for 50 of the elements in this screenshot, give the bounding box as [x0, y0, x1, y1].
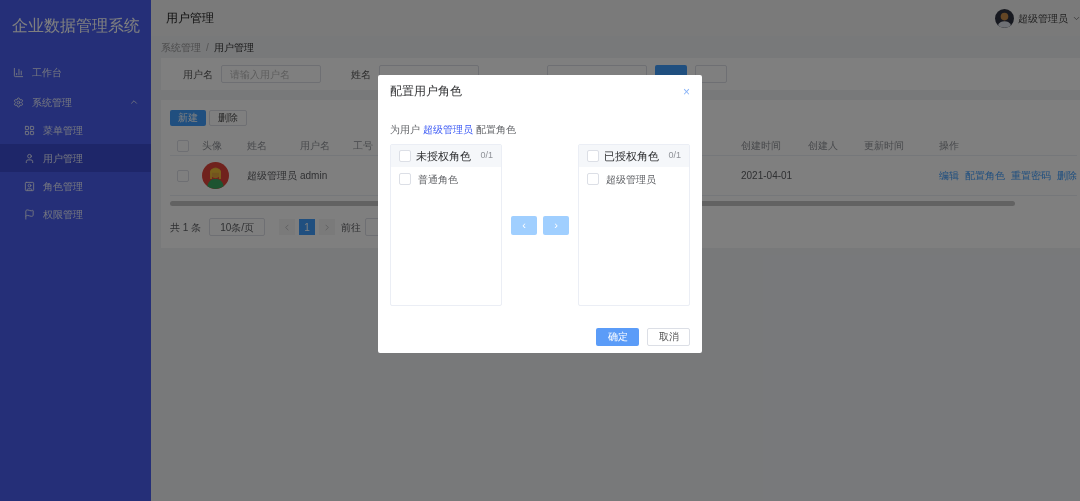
user-name[interactable]: 超级管理员	[1018, 10, 1068, 26]
table-cell-text: admin	[299, 169, 329, 183]
breadcrumb-separator: /	[206, 40, 209, 55]
page-button[interactable]: 1	[299, 219, 316, 235]
sidebar-item[interactable]: 用户管理	[0, 144, 151, 172]
goto-label: 前往	[341, 220, 362, 235]
person-icon	[24, 180, 35, 192]
checkbox[interactable]	[399, 150, 411, 162]
prev-page-button[interactable]	[279, 219, 296, 235]
toolbar-button[interactable]: 删除	[209, 110, 247, 126]
action-link[interactable]: 重置密码	[1011, 168, 1051, 183]
chart-icon	[13, 66, 24, 78]
action-link[interactable]: 删除	[1057, 168, 1077, 183]
flag-icon	[24, 208, 35, 220]
panel-count: 0/1	[668, 149, 681, 163]
settings-icon	[13, 96, 24, 108]
breadcrumb-item: 用户管理	[213, 40, 254, 55]
sidebar-item[interactable]: 工作台	[0, 58, 151, 86]
page-size-select[interactable]: 10条/页	[209, 218, 266, 236]
close-button[interactable]: ×	[683, 86, 690, 98]
sidebar-item[interactable]: 系统管理	[0, 88, 151, 116]
reset-button[interactable]	[695, 65, 727, 83]
avatar	[202, 162, 229, 189]
user-icon	[24, 152, 35, 164]
panel-title: 未授权角色	[416, 148, 472, 164]
field-label: 用户名	[183, 67, 213, 82]
dialog-button[interactable]: 确定	[596, 328, 639, 346]
sidebar-item[interactable]: 权限管理	[0, 200, 151, 228]
toolbar-button[interactable]: 新建	[170, 110, 206, 126]
grid-icon	[24, 124, 35, 136]
list-item[interactable]: 超级管理员	[606, 171, 656, 187]
panel-count: 0/1	[480, 149, 493, 163]
total-count: 共 1 条	[170, 220, 202, 235]
checkbox[interactable]	[587, 150, 599, 162]
next-page-button[interactable]	[319, 219, 336, 235]
dialog-button[interactable]: 取消	[647, 328, 690, 346]
action-link[interactable]: 配置角色	[965, 168, 1005, 183]
field-label: 姓名	[351, 67, 371, 82]
checkbox[interactable]	[399, 173, 411, 185]
page-title: 用户管理	[166, 10, 214, 27]
action-link[interactable]: 编辑	[939, 168, 959, 183]
app-title: 企业数据管理系统	[10, 16, 141, 36]
sidebar-item[interactable]: 角色管理	[0, 172, 151, 200]
list-item[interactable]: 普通角色	[418, 171, 458, 187]
dialog-subtitle: 为用户 超级管理员 配置角色	[390, 123, 517, 137]
table-cell-text: 2021-04-01	[740, 169, 794, 183]
panel-title: 已授权角色	[604, 148, 660, 164]
checkbox[interactable]	[587, 173, 599, 185]
dialog-title: 配置用户角色	[390, 84, 462, 100]
user-avatar	[995, 8, 1014, 28]
